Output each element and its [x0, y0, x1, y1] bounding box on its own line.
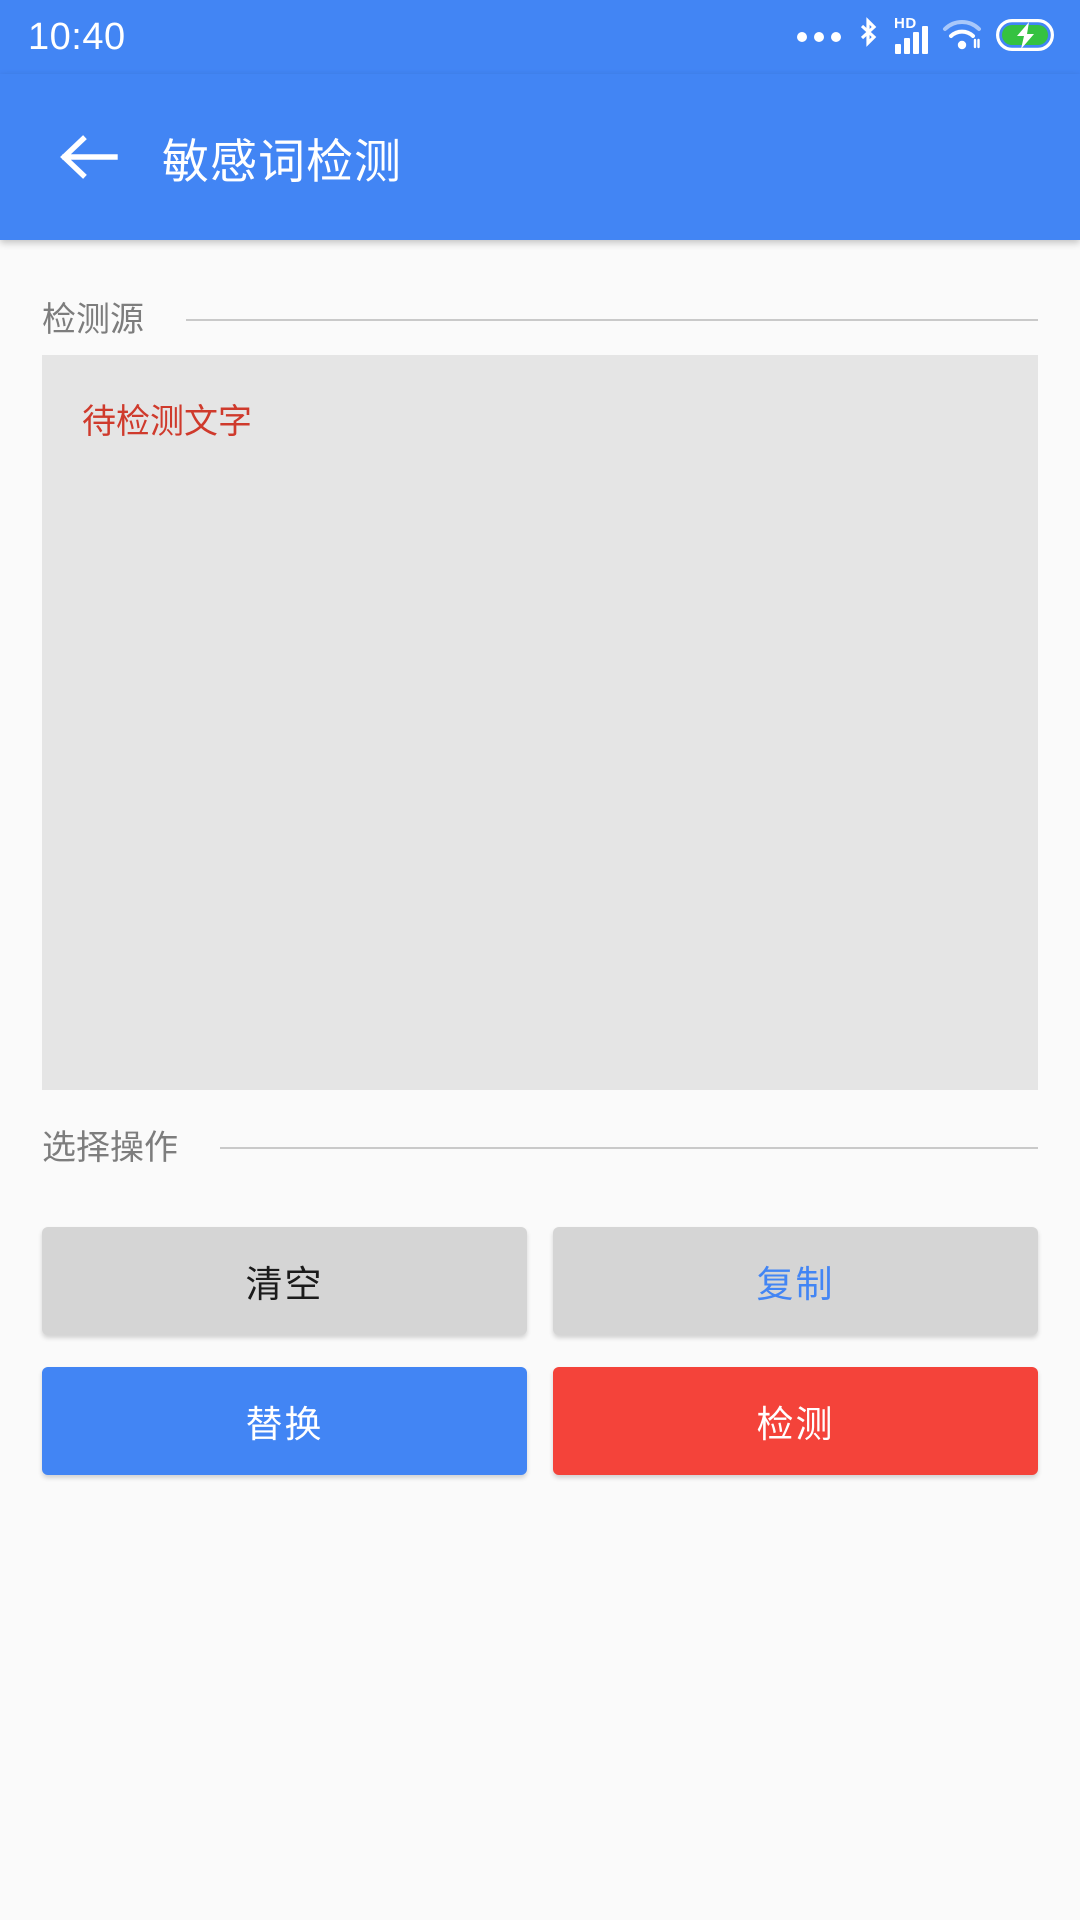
back-button[interactable]: [52, 121, 124, 193]
source-section-label: 检测源: [42, 301, 144, 339]
status-bar: 10:40 HD: [0, 0, 1080, 74]
copy-button[interactable]: 复制: [553, 1227, 1038, 1335]
status-bar-icons: HD: [797, 16, 1054, 58]
replace-button[interactable]: 替换: [42, 1367, 527, 1475]
wifi-icon: [942, 18, 982, 57]
arrow-left-icon: [60, 135, 118, 179]
source-text-input[interactable]: [42, 355, 1038, 1090]
source-section-divider: [186, 319, 1038, 321]
page-title: 敏感词检测: [162, 134, 402, 188]
app-bar: 敏感词检测: [0, 74, 1080, 240]
clear-button[interactable]: 清空: [42, 1227, 527, 1335]
operations-section-header: 选择操作: [0, 1126, 1080, 1170]
cellular-signal-icon: HD: [894, 16, 928, 54]
more-dots-icon: [797, 32, 841, 42]
bluetooth-icon: [855, 16, 881, 58]
status-bar-clock: 10:40: [28, 16, 126, 58]
operations-section-label: 选择操作: [42, 1129, 178, 1167]
page-content: 检测源 选择操作 清空 复制 替换 检测: [0, 240, 1080, 1920]
source-section-header: 检测源: [0, 298, 1080, 342]
hd-label: HD: [894, 15, 917, 32]
action-button-grid: 清空 复制 替换 检测: [42, 1227, 1038, 1475]
detect-button[interactable]: 检测: [553, 1367, 1038, 1475]
operations-section-divider: [220, 1147, 1038, 1149]
battery-charging-icon: [996, 18, 1054, 56]
